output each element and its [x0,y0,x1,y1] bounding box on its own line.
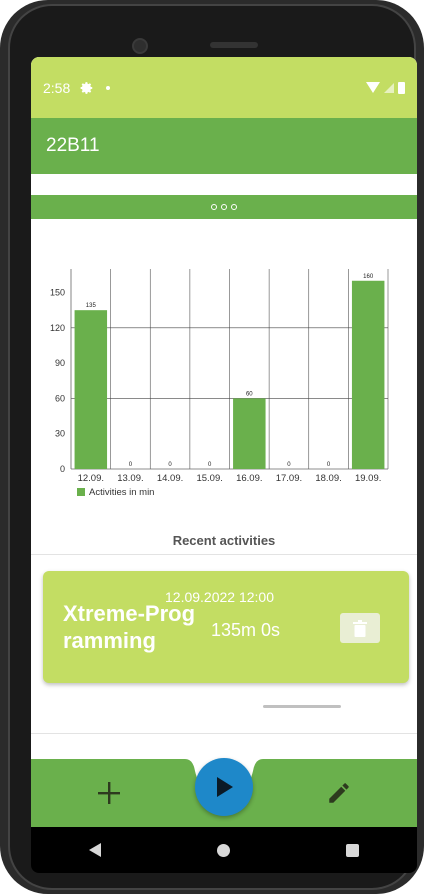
more-dots-icon [211,204,217,210]
play-icon [217,777,233,797]
chart-y-tick-label: 150 [50,288,65,298]
chart-x-tick-label: 13.09. [117,473,143,484]
chart-x-tick-label: 19.09. [355,473,381,484]
recents-icon[interactable] [346,843,359,857]
back-icon[interactable] [89,843,101,857]
chart-bar [351,280,385,469]
chart-x-tick-label: 15.09. [196,473,222,484]
chart-bar [74,310,108,469]
chart-bar [233,398,266,469]
chart-y-tick-label: 60 [55,393,65,403]
page-title: 22B11 [46,135,100,156]
app-screen: 2:58 22B11 0 30 60 90 120 150 135 12.09. 0 13.09.… [31,57,417,827]
more-dots-icon [221,204,227,210]
chart-y-tick-label: 30 [55,429,65,439]
chart-x-tick-label: 17.09. [276,473,302,484]
scroll-indicator [263,705,341,708]
camera-icon [132,38,148,54]
system-nav-bar [31,827,417,873]
speaker-grille [210,42,258,48]
activity-duration: 135m 0s [211,620,281,640]
chart-legend-label: Activities in min [89,487,154,498]
home-icon[interactable] [217,843,230,857]
cell-signal-icon [384,82,394,93]
pencil-icon [329,783,349,803]
chart-x-tick-label: 12.09. [78,473,104,484]
chart-x-tick-label: 18.09. [315,473,341,484]
activity-name: Xtreme-Programming [63,601,196,653]
chart-data-label: 0 [287,462,291,468]
chart-data-label: 0 [208,462,212,468]
chart-x-tick-label: 16.09. [236,473,262,484]
trash-icon [353,619,367,637]
chart-data-label: 135 [86,303,97,309]
collapse-toggle[interactable] [31,195,417,219]
delete-activity-button[interactable] [340,613,380,643]
chart-y-tick-label: 0 [60,464,65,474]
chart-data-label: 0 [327,462,331,468]
divider [31,733,417,734]
bottom-app-bar [31,757,417,827]
wifi-icon [366,82,380,93]
activity-bar-chart: 0 30 60 90 120 150 135 12.09. 0 13.09. 0 14.09. 0 15.… [50,269,389,498]
add-activity-button[interactable] [91,775,127,811]
notification-dot-icon [106,85,111,90]
status-icons [366,81,405,94]
start-activity-button[interactable] [195,758,253,816]
chart-data-label: 60 [246,391,253,397]
more-dots-icon [231,204,237,210]
chart-data-label: 0 [168,462,172,468]
activity-card[interactable]: 12.09.2022 12:00 Xtreme-Programming 135m… [43,571,409,683]
chart-legend-swatch [77,488,85,496]
chart-y-tick-label: 120 [50,323,65,333]
chart-x-tick-label: 14.09. [157,473,183,484]
status-time: 2:58 [43,79,71,96]
app-bar: 22B11 [31,118,417,174]
gear-icon [80,81,93,94]
status-bar: 2:58 [31,57,417,118]
chart-y-tick-label: 90 [55,358,65,368]
chart-data-label: 160 [363,274,374,280]
divider [31,554,417,555]
recent-activities-heading: Recent activities [172,533,276,548]
chart-data-label: 0 [129,462,133,468]
edit-button[interactable] [321,775,357,811]
battery-icon [398,81,405,94]
plus-icon [98,782,120,804]
